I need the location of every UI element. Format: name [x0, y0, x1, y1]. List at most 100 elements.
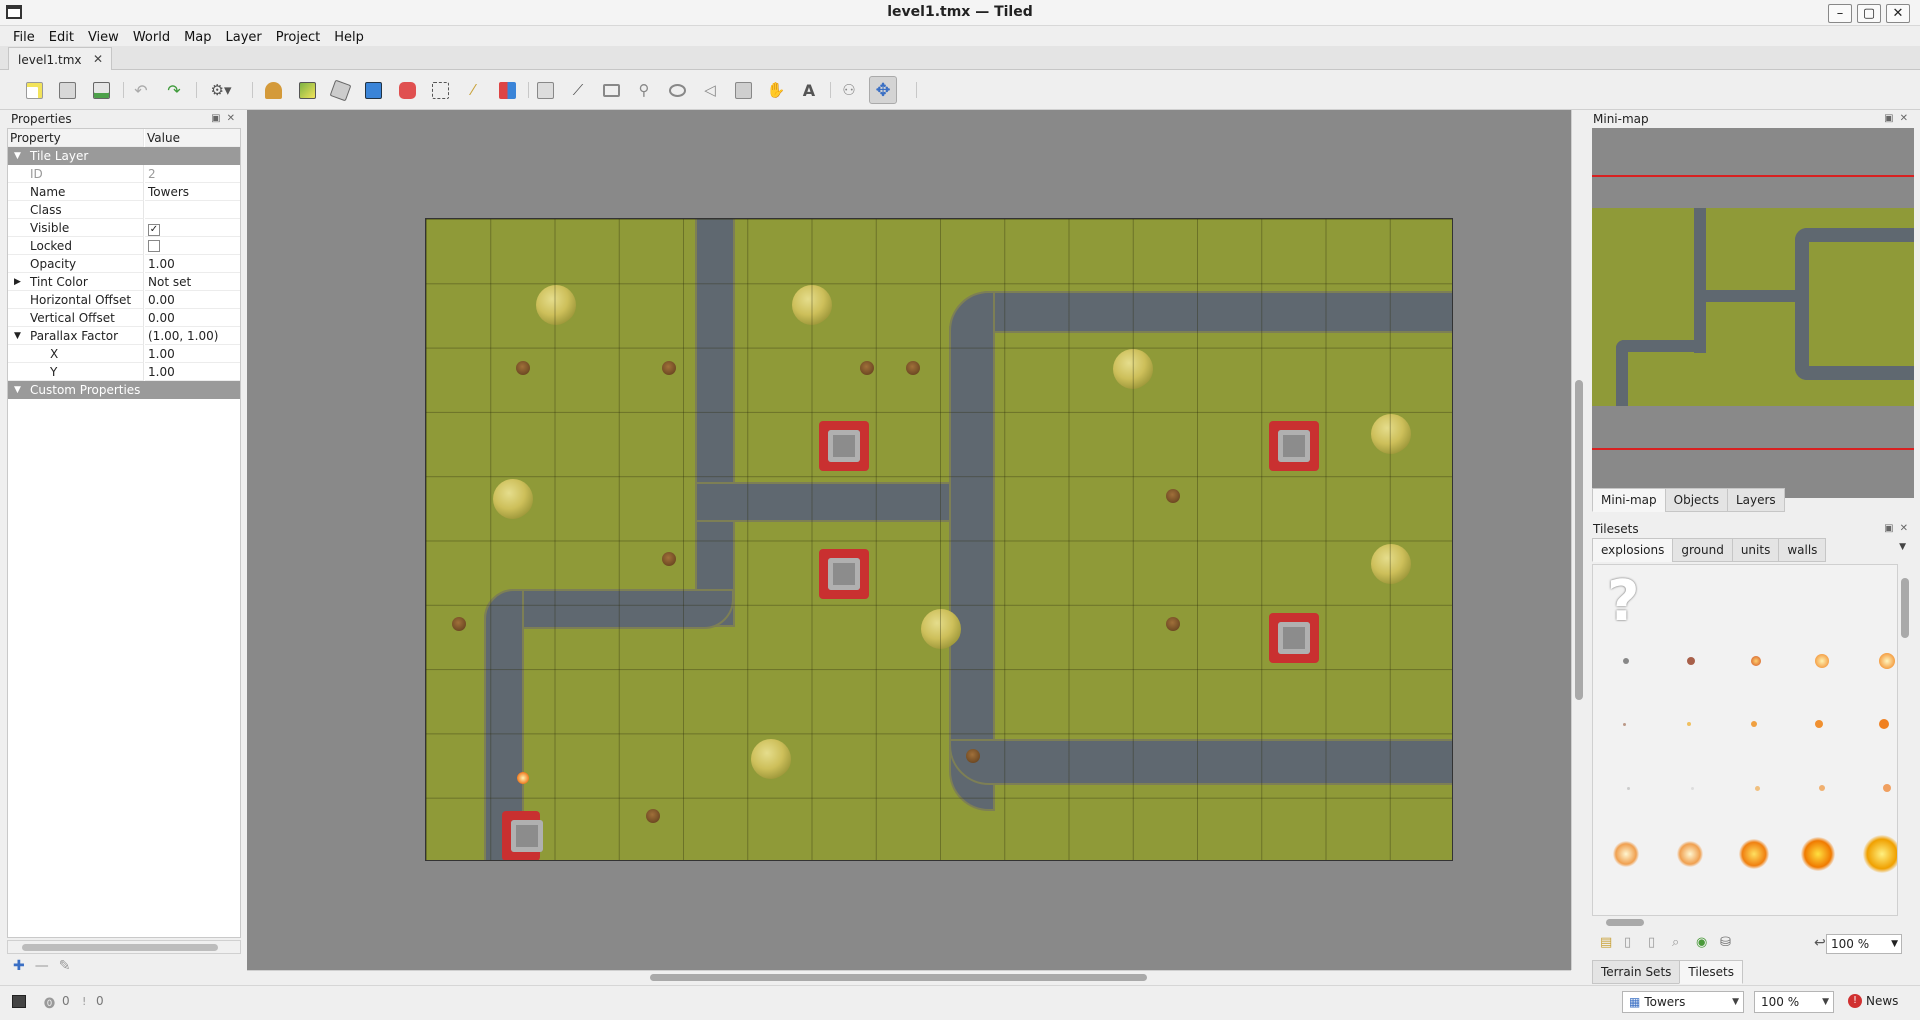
canvas-hscrollbar[interactable]	[247, 970, 1571, 984]
remove-tileset-icon[interactable]: ⛁	[1720, 935, 1731, 950]
explosion-tile[interactable]	[1863, 835, 1897, 873]
explosion-tile[interactable]	[1623, 658, 1629, 664]
explosion-tile[interactable]	[1613, 841, 1639, 867]
tab-units[interactable]: units	[1731, 538, 1780, 562]
explosion-tile[interactable]	[1815, 720, 1823, 728]
float-panel-icon[interactable]: ▣	[1884, 113, 1893, 124]
edit-polygons-icon[interactable]: ⟋	[567, 79, 589, 101]
tab-objects[interactable]: Objects	[1664, 488, 1728, 512]
explosion-tile[interactable]	[1627, 787, 1630, 790]
explosion-tile[interactable]	[1739, 839, 1769, 869]
insert-tile-icon[interactable]	[732, 79, 754, 101]
edit-tileset-icon[interactable]: ⌕	[1672, 935, 1679, 950]
tab-explosions[interactable]: explosions	[1592, 538, 1674, 562]
move-tool-icon[interactable]: ✥	[869, 76, 897, 104]
minimap-view[interactable]	[1592, 128, 1914, 498]
insert-polygon-icon[interactable]: ◁	[699, 79, 721, 101]
tab-terrain-sets[interactable]: Terrain Sets	[1592, 960, 1681, 984]
explosion-tile[interactable]	[1751, 656, 1761, 666]
explosion-tile[interactable]	[1801, 837, 1835, 871]
explosion-tile[interactable]	[1879, 719, 1889, 729]
prop-tint-color[interactable]: ▶ Tint Color Not set	[8, 273, 240, 291]
explosion-tile[interactable]	[1815, 654, 1829, 668]
prop-name[interactable]: Name Towers	[8, 183, 240, 201]
add-property-icon[interactable]: ✚	[13, 958, 25, 974]
explosion-tile[interactable]	[1687, 722, 1691, 726]
console-icon[interactable]	[12, 995, 26, 1008]
menu-file[interactable]: File	[6, 30, 42, 45]
close-panel-icon[interactable]: ✕	[227, 113, 235, 124]
prop-horizontal-offset[interactable]: Horizontal Offset 0.00	[8, 291, 240, 309]
document-tab-level1[interactable]: level1.tmx ✕	[8, 47, 112, 71]
visible-checkbox[interactable]: ✓	[148, 224, 160, 236]
menu-view[interactable]: View	[81, 30, 126, 45]
explosion-tile[interactable]	[1623, 723, 1626, 726]
remove-property-icon[interactable]: —	[35, 958, 49, 974]
prop-opacity[interactable]: Opacity 1.00	[8, 255, 240, 273]
tileset-properties-icon[interactable]: ◉	[1696, 935, 1707, 950]
explosion-tile[interactable]	[1751, 721, 1757, 727]
prop-class[interactable]: Class	[8, 201, 240, 219]
tile-map[interactable]	[425, 218, 1453, 861]
insert-ellipse-icon[interactable]	[666, 79, 688, 101]
explosion-tile[interactable]	[1691, 787, 1694, 790]
new-tileset-icon[interactable]: ▤	[1600, 935, 1612, 950]
open-icon[interactable]	[56, 79, 78, 101]
redo-icon[interactable]: ↷	[163, 79, 185, 101]
bucket-fill-icon[interactable]	[329, 79, 351, 101]
prop-locked[interactable]: Locked	[8, 237, 240, 255]
minimize-button[interactable]: –	[1828, 4, 1852, 23]
tab-walls[interactable]: walls	[1778, 538, 1827, 562]
prop-parallax-y[interactable]: Y 1.00	[8, 363, 240, 381]
insert-point-icon[interactable]: ⚲	[633, 79, 655, 101]
prop-parallax-x[interactable]: X 1.00	[8, 345, 240, 363]
properties-hscrollbar[interactable]	[7, 940, 241, 954]
unknown-tile-icon[interactable]: ?	[1607, 569, 1639, 634]
menu-edit[interactable]: Edit	[42, 30, 81, 45]
stamp-brush-icon[interactable]	[262, 79, 284, 101]
zoom-combo[interactable]: 100 % ▼	[1754, 991, 1834, 1013]
float-panel-icon[interactable]: ▣	[1884, 523, 1893, 534]
tab-tilesets[interactable]: Tilesets	[1679, 960, 1744, 984]
select-same-tile-icon[interactable]	[496, 79, 518, 101]
rename-property-icon[interactable]: ✎	[59, 958, 71, 974]
locked-checkbox[interactable]	[148, 240, 160, 252]
tab-minimap[interactable]: Mini-map	[1592, 488, 1666, 512]
close-panel-icon[interactable]: ✕	[1900, 113, 1908, 124]
tab-layers[interactable]: Layers	[1726, 488, 1785, 512]
maximize-button[interactable]: ▢	[1857, 4, 1881, 23]
explosion-tile[interactable]	[1819, 785, 1825, 791]
menu-map[interactable]: Map	[177, 30, 218, 45]
shape-fill-icon[interactable]	[362, 79, 384, 101]
name-value[interactable]: Towers	[145, 183, 240, 201]
insert-text-icon[interactable]: A	[798, 79, 820, 101]
canvas-vscrollbar[interactable]	[1571, 110, 1585, 970]
float-panel-icon[interactable]: ▣	[211, 113, 220, 124]
group-custom-properties[interactable]: ▼ Custom Properties	[8, 381, 240, 399]
tab-ground[interactable]: ground	[1672, 538, 1733, 562]
tint-value[interactable]: Not set	[145, 273, 240, 291]
error-icon[interactable]: ⓿	[44, 995, 55, 1011]
tileset-zoom-combo[interactable]: 100 % ▼	[1826, 934, 1902, 954]
close-window-button[interactable]: ✕	[1886, 4, 1910, 23]
explosion-tile[interactable]	[1883, 784, 1891, 792]
tabs-overflow-icon[interactable]: ▼	[1899, 542, 1906, 552]
export-tileset-icon[interactable]: ▯	[1648, 935, 1655, 950]
menu-project[interactable]: Project	[269, 30, 327, 45]
close-tab-icon[interactable]: ✕	[93, 52, 103, 66]
prop-visible[interactable]: Visible ✓	[8, 219, 240, 237]
tileset-view[interactable]: ?	[1592, 564, 1898, 916]
magic-wand-icon[interactable]: ⁄	[462, 79, 484, 101]
prop-parallax-factor[interactable]: ▼ Parallax Factor (1.00, 1.00)	[8, 327, 240, 345]
undo-icon[interactable]: ↶	[130, 79, 152, 101]
close-panel-icon[interactable]: ✕	[1900, 523, 1908, 534]
terrain-brush-icon[interactable]	[296, 79, 318, 101]
explosion-tile[interactable]	[1879, 653, 1895, 669]
map-canvas[interactable]	[247, 110, 1571, 970]
insert-template-icon[interactable]: ✋	[765, 79, 787, 101]
world-tool-icon[interactable]: ⚇	[838, 79, 860, 101]
group-tile-layer[interactable]: ▼ Tile Layer	[8, 147, 240, 165]
explosion-tile[interactable]	[1755, 786, 1760, 791]
insert-rectangle-icon[interactable]	[600, 79, 622, 101]
explosion-tile[interactable]	[1687, 657, 1695, 665]
